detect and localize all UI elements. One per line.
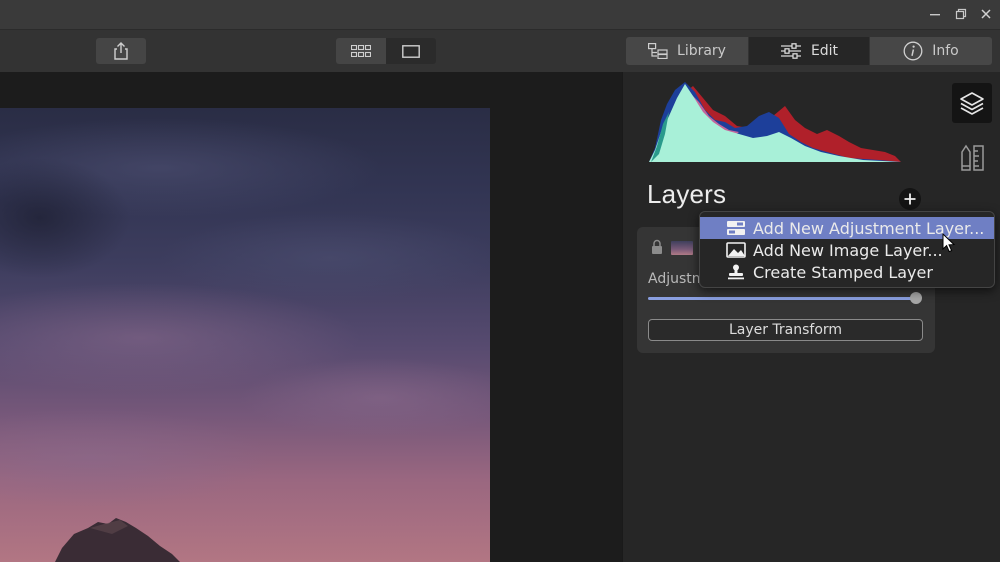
title-bar bbox=[0, 0, 1000, 30]
tab-edit[interactable]: Edit bbox=[749, 37, 869, 65]
slider-track bbox=[648, 297, 916, 300]
tab-info-label: Info bbox=[932, 43, 959, 59]
info-icon bbox=[903, 41, 923, 61]
share-icon bbox=[114, 42, 128, 60]
add-layer-button[interactable] bbox=[899, 188, 921, 210]
lock-icon[interactable] bbox=[651, 239, 663, 255]
layer-transform-button[interactable]: Layer Transform bbox=[648, 319, 923, 341]
tab-library[interactable]: Library bbox=[626, 37, 748, 65]
layers-icon bbox=[960, 92, 984, 115]
photo-scene bbox=[0, 118, 490, 562]
main-toolbar: Library Edit Info bbox=[0, 30, 1000, 72]
share-button[interactable] bbox=[96, 38, 146, 64]
tab-info[interactable]: Info bbox=[870, 37, 992, 65]
sliders-icon bbox=[780, 43, 801, 59]
menu-item-label: Add New Adjustment Layer... bbox=[753, 218, 985, 238]
stamp-icon bbox=[728, 264, 744, 280]
minimize-icon bbox=[930, 14, 940, 16]
menu-item-label: Create Stamped Layer bbox=[753, 262, 933, 282]
menu-item-add-image-layer[interactable]: Add New Image Layer... bbox=[700, 239, 994, 261]
histogram bbox=[649, 82, 901, 162]
close-icon bbox=[981, 9, 991, 19]
app-window: Library Edit Info Layers Adjustm Layer T… bbox=[0, 0, 1000, 562]
single-view-button[interactable] bbox=[386, 38, 436, 64]
tools-panel-toggle[interactable] bbox=[952, 138, 992, 178]
minimize-button[interactable] bbox=[924, 4, 946, 24]
slider-thumb[interactable] bbox=[910, 292, 922, 304]
grid-view-icon bbox=[351, 45, 371, 57]
restore-button[interactable] bbox=[950, 4, 972, 24]
menu-item-label: Add New Image Layer... bbox=[753, 240, 943, 260]
layer-opacity-slider[interactable] bbox=[648, 291, 924, 307]
image-layer-icon bbox=[726, 242, 746, 258]
layers-title: Layers bbox=[647, 179, 727, 209]
tab-library-label: Library bbox=[677, 43, 726, 59]
pencil-ruler-icon bbox=[961, 144, 984, 171]
menu-item-create-stamped-layer[interactable]: Create Stamped Layer bbox=[700, 261, 994, 283]
grid-view-button[interactable] bbox=[336, 38, 386, 64]
restore-icon bbox=[955, 8, 967, 20]
layers-panel-toggle[interactable] bbox=[952, 83, 992, 123]
add-layer-menu: Add New Adjustment Layer... Add New Imag… bbox=[699, 211, 995, 288]
plus-icon bbox=[904, 193, 916, 205]
tab-edit-label: Edit bbox=[810, 43, 839, 59]
library-icon bbox=[648, 43, 668, 59]
single-view-icon bbox=[402, 44, 420, 58]
layer-name-label: Adjustm bbox=[648, 271, 706, 287]
close-button[interactable] bbox=[975, 4, 997, 24]
layer-thumbnail bbox=[671, 241, 693, 255]
photo-preview bbox=[0, 108, 490, 562]
image-canvas[interactable] bbox=[0, 72, 622, 562]
edit-panel: Layers Adjustm Layer Transform bbox=[622, 72, 1000, 562]
adjustment-layer-icon bbox=[727, 221, 745, 235]
menu-item-add-adjustment-layer[interactable]: Add New Adjustment Layer... bbox=[700, 217, 994, 239]
